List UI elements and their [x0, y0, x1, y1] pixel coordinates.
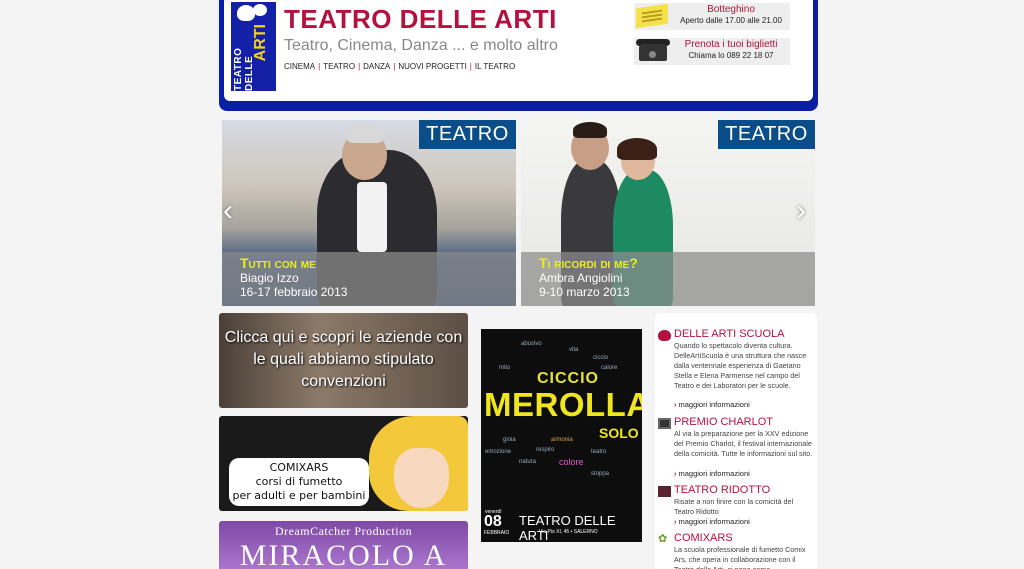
poster-word: ciccio [593, 355, 609, 361]
slide-title: Ti ricordi di me? [539, 255, 638, 271]
site-subtitle: Teatro, Cinema, Danza ... e molto altro [284, 37, 558, 54]
poster-word: stoppa [591, 471, 610, 477]
performer-hair [617, 138, 657, 160]
news-title[interactable]: COMIXARS [674, 532, 733, 544]
poster-word: gioia [503, 437, 516, 443]
news-sidebar: DELLE ARTI SCUOLA Quando lo spettacolo d… [655, 313, 817, 569]
site-title[interactable]: TEATRO DELLE ARTI [284, 4, 557, 35]
news-item: PREMIO CHARLOT Al via la preparazione pe… [658, 416, 814, 486]
news-title[interactable]: TEATRO RIDOTTO [674, 484, 770, 496]
poster-show-name: SOLO [599, 425, 639, 441]
performer-shirt [357, 182, 387, 252]
film-icon [658, 418, 671, 429]
poster-word: vita [569, 347, 579, 353]
comixars-line: corsi di fumetto [255, 475, 343, 488]
masks-icon [658, 330, 671, 341]
slide-title: Tutti con me [240, 255, 316, 271]
theatre-mask-icon [253, 4, 267, 16]
slide-dates: 9-10 marzo 2013 [539, 285, 630, 299]
poster-word: calore [601, 365, 618, 371]
nav-separator: | [469, 62, 472, 71]
header-panel: TEATRO DELLE ARTI TEATRO DELLE ARTI Teat… [224, 0, 813, 101]
comixars-title: COMIXARS [269, 461, 329, 474]
slide-category-badge: TEATRO [718, 120, 815, 149]
news-title[interactable]: PREMIO CHARLOT [674, 416, 773, 428]
box-office-title: Botteghino [707, 4, 755, 15]
more-info-link[interactable]: maggiori informazioni [674, 469, 750, 478]
poster-month: FEBBRAIO [484, 530, 510, 536]
box-office-hours: Aperto dalle 17.00 alle 21.00 [680, 16, 782, 25]
more-info-link[interactable]: maggiori informazioni [674, 517, 750, 526]
poster-word: mito [499, 365, 511, 371]
slide-caption: Ti ricordi di me? Ambra Angiolini 9-10 m… [521, 252, 815, 306]
top-navigation: CINEMA | TEATRO | DANZA | NUOVI PROGETTI | IL TE… [284, 62, 515, 71]
theatre-icon [658, 486, 671, 497]
slide-ti-ricordi-di-me[interactable]: TEATRO Ti ricordi di me? Ambra Angiolini… [521, 120, 815, 306]
slide-performer: Ambra Angiolini [539, 271, 623, 285]
ticket-icon [634, 3, 672, 30]
poster-venue: TEATRO DELLE ARTI [519, 513, 616, 542]
box-office-box[interactable]: Botteghino Aperto dalle 17.00 alle 21.00 [634, 3, 790, 30]
performer-hair [573, 122, 607, 138]
header: TEATRO DELLE ARTI TEATRO DELLE ARTI Teat… [219, 0, 818, 111]
comixars-line: per adulti e per bambini [232, 489, 366, 502]
poster-word: emozione [485, 449, 512, 455]
news-item: TEATRO RIDOTTO Risate a non finire con l… [658, 484, 814, 530]
speech-bubble: COMIXARS corsi di fumetto per adulti e p… [229, 458, 369, 506]
poster-word: colore [559, 457, 584, 467]
conventions-text: Clicca qui e scopri le aziende con le qu… [224, 329, 463, 390]
news-body: Quando lo spettacolo diventa cultura. De… [674, 341, 807, 390]
news-body: Al via la preparazione per la XXV edizio… [674, 429, 813, 458]
nav-teatro[interactable]: TEATRO [323, 62, 355, 71]
booking-box[interactable]: Prenota i tuoi biglietti Chiama lo 089 2… [634, 38, 790, 65]
nav-separator: | [358, 62, 361, 71]
more-info-link[interactable]: maggiori informazioni [674, 400, 750, 409]
nav-il-teatro[interactable]: IL TEATRO [475, 62, 515, 71]
poster-day: 08 [484, 513, 502, 530]
show-title: MIRACOLO A [239, 539, 448, 569]
phone-icon [634, 38, 672, 65]
nav-danza[interactable]: DANZA [363, 62, 390, 71]
news-item: ✿ COMIXARS La scuola professionale di fu… [658, 532, 814, 569]
nav-separator: | [318, 62, 321, 71]
news-title[interactable]: DELLE ARTI SCUOLA [674, 328, 784, 340]
chevron-right-icon[interactable]: › [796, 196, 806, 226]
slide-category-badge: TEATRO [419, 120, 516, 149]
comic-face [394, 448, 449, 508]
poster-word: armonia [551, 437, 573, 443]
news-body: Risate a non finire con la comicità del … [674, 497, 794, 516]
booking-phone: Chiama lo 089 22 18 07 [688, 51, 774, 60]
comixars-banner[interactable]: COMIXARS corsi di fumetto per adulti e p… [219, 416, 468, 511]
star-icon: ✿ [658, 533, 668, 545]
performer-hair [347, 125, 383, 143]
production-name: DreamCatcher Production [274, 524, 413, 538]
slide-tutti-con-me[interactable]: TEATRO Tutti con me Biagio Izzo 16-17 fe… [222, 120, 516, 306]
poster-name-last: MEROLLA [484, 386, 642, 423]
nav-cinema[interactable]: CINEMA [284, 62, 315, 71]
slide-dates: 16-17 febbraio 2013 [240, 285, 348, 299]
slide-caption: Tutti con me Biagio Izzo 16-17 febbraio … [222, 252, 516, 306]
poster-word: natura [519, 459, 537, 465]
nav-separator: | [393, 62, 396, 71]
slide-performer: Biagio Izzo [240, 271, 299, 285]
news-body: La scuola professionale di fumetto Comix… [674, 545, 806, 569]
site-logo[interactable]: TEATRO DELLE ARTI [231, 2, 276, 91]
chevron-left-icon[interactable]: ‹ [223, 196, 233, 226]
booking-title: Prenota i tuoi biglietti [684, 39, 778, 50]
nav-nuovi-progetti[interactable]: NUOVI PROGETTI [398, 62, 466, 71]
poster-word: abusivo [521, 341, 542, 347]
poster-word: teatro [591, 449, 607, 455]
event-poster[interactable]: abusivo vita ciccio calore mito emozione… [481, 329, 642, 542]
poster-word: respiro [536, 447, 555, 453]
conventions-banner[interactable]: Clicca qui e scopri le aziende con le qu… [219, 313, 468, 408]
dreamcatcher-banner[interactable]: DreamCatcher Production MIRACOLO A [219, 521, 468, 569]
poster-address: Via Pio XI, 45 • SALERNO [539, 529, 598, 535]
news-item: DELLE ARTI SCUOLA Quando lo spettacolo d… [658, 328, 814, 414]
logo-text-arti: ARTI [252, 24, 269, 62]
